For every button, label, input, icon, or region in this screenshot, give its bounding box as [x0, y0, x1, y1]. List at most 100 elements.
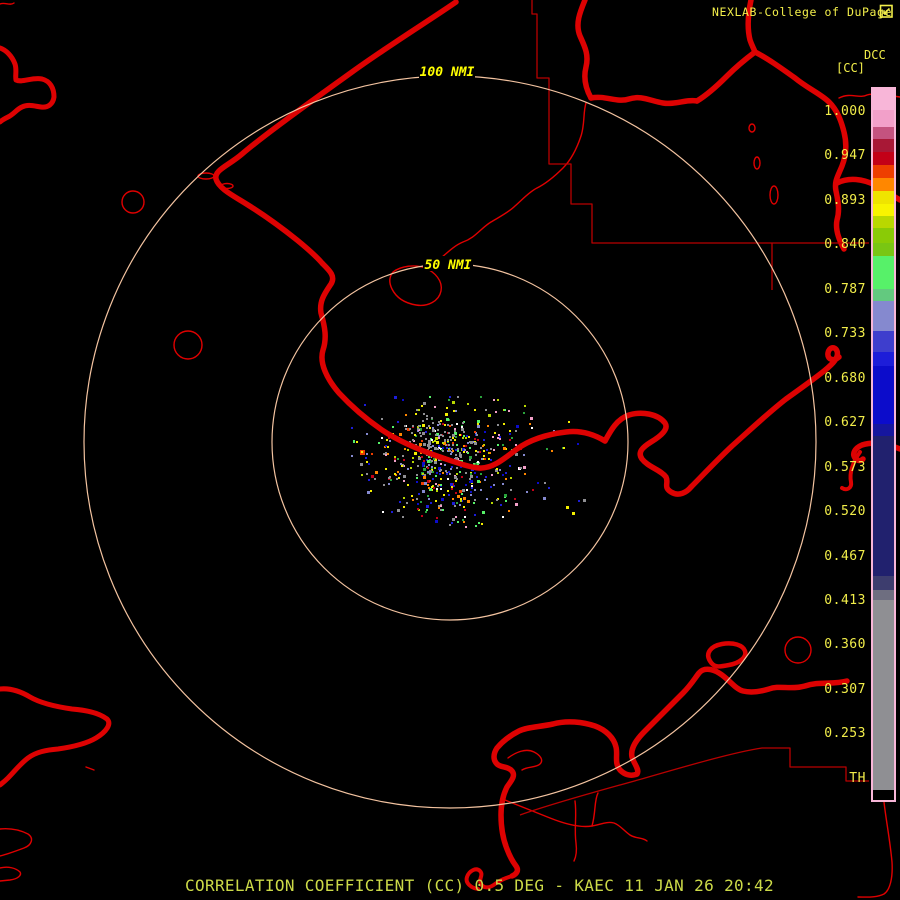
radar-echo-pixel: [431, 466, 433, 468]
radar-echo-pixel: [405, 428, 407, 430]
coastline-path-lake: [491, 719, 640, 879]
radar-echo-pixel: [462, 519, 464, 521]
radar-echo-pixel: [442, 509, 444, 511]
radar-echo-pixel: [450, 453, 452, 455]
radar-echo-pixel: [444, 439, 446, 441]
radar-echo-pixel: [477, 451, 479, 453]
radar-echo-pixel: [361, 451, 363, 453]
coastline-path-topright-e: [752, 49, 849, 252]
colorbar-segment: [873, 352, 894, 366]
radar-echo-pixel: [481, 523, 483, 525]
radar-echo-pixel: [515, 503, 518, 506]
radar-echo-pixel: [387, 453, 389, 455]
radar-echo-pixel: [466, 489, 468, 491]
radar-echo-pixel: [488, 414, 491, 417]
radar-echo-pixel: [463, 521, 465, 523]
radar-echo-pixel: [432, 429, 435, 432]
radar-echo-pixel: [493, 399, 495, 401]
coastline-path-topright-b: [588, 94, 700, 107]
radar-echo-pixel: [399, 473, 401, 475]
range-ring-layer: 100 NMI 50 NMI: [83, 63, 817, 809]
radar-echo-pixel: [516, 425, 519, 428]
radar-echo-pixel: [572, 512, 575, 515]
radar-echo-pixel: [435, 520, 438, 523]
radar-echo-pixel: [486, 449, 488, 451]
radar-echo-pixel: [450, 439, 452, 441]
radar-echo-pixel: [387, 446, 389, 448]
radar-echo-pixel: [459, 504, 461, 506]
radar-echo-pixel: [520, 467, 522, 469]
radar-echo-pixel: [420, 435, 422, 437]
radar-echo-pixel: [446, 407, 448, 409]
radar-echo-pixel: [416, 481, 418, 483]
radar-echo-pixel: [463, 497, 466, 500]
radar-echo-pixel: [470, 475, 473, 478]
radar-viewer: 100 NMI 50 NMI NEXLAB-College of DuPage …: [0, 0, 900, 900]
radar-echo-pixel: [437, 429, 439, 431]
colorbar-segment: [873, 127, 894, 139]
colorbar-segment: [873, 301, 894, 331]
radar-echo-pixel: [429, 470, 432, 473]
radar-echo-pixel: [451, 488, 453, 490]
radar-echo-pixel: [421, 515, 423, 517]
coastline-stub-right-b: [840, 450, 862, 492]
coastline-path-ne: [688, 345, 842, 490]
radar-echo-pixel: [470, 494, 472, 496]
radar-echo-pixel: [484, 479, 486, 481]
radar-echo-pixel: [485, 476, 487, 478]
radar-echo-pixel: [462, 437, 464, 439]
radar-echo-pixel: [402, 399, 404, 401]
colorbar: [871, 87, 896, 802]
colorbar-segment: [873, 191, 894, 204]
radar-echo-pixel: [366, 473, 368, 475]
radar-echo-pixel: [459, 434, 461, 436]
radar-echo-pixel: [434, 461, 437, 464]
radar-echo-pixel: [353, 441, 355, 443]
radar-echo-pixel: [474, 438, 476, 440]
radar-echo-pixel: [497, 399, 499, 401]
radar-echo-pixel: [468, 436, 470, 438]
radar-echo-pixel: [463, 435, 465, 437]
radar-echo-pixel: [397, 471, 399, 473]
colorbar-segment: [873, 366, 894, 424]
radar-echo-pixel: [478, 522, 480, 524]
radar-echo-pixel: [523, 454, 525, 456]
radar-echo-pixel: [509, 430, 511, 432]
radar-echo-pixel: [449, 436, 451, 438]
radar-echo-pixel: [503, 423, 505, 425]
radar-echo-pixel: [428, 443, 430, 445]
radar-echo-pixel: [476, 434, 478, 436]
radar-echo-pixel: [497, 444, 499, 446]
radar-echo-pixel: [429, 427, 431, 429]
radar-echo-pixel: [452, 518, 455, 521]
radar-echo-pixel: [438, 437, 440, 439]
radar-echo-pixel: [461, 426, 463, 428]
island-outline: [769, 185, 779, 205]
radar-echo-pixel: [383, 484, 385, 486]
radar-echo-pixel: [461, 476, 463, 478]
radar-echo-pixel: [494, 432, 496, 434]
radar-echo-pixel: [383, 453, 385, 455]
radar-echo-pixel: [504, 409, 506, 411]
coast-detail-dash: [85, 766, 95, 771]
radar-echo-pixel: [371, 475, 374, 478]
radar-echo-pixel: [422, 462, 425, 465]
radar-echo-pixel: [464, 516, 466, 518]
radar-echo-pixel: [454, 505, 456, 507]
radar-echo-pixel: [563, 447, 565, 449]
radar-echo-pixel: [429, 396, 431, 398]
radar-echo-pixel: [442, 435, 444, 437]
radar-echo-pixel: [447, 478, 449, 480]
radar-echo-pixel: [386, 439, 388, 441]
radar-echo-pixel: [406, 502, 408, 504]
radar-echo-pixel: [484, 458, 486, 460]
coast-detail-swcorner-b: [0, 866, 22, 882]
bayou-path-b: [573, 800, 578, 862]
radar-echo-pixel: [474, 472, 476, 474]
radar-echo-pixel: [443, 494, 445, 496]
radar-echo-pixel: [440, 484, 442, 486]
radar-echo-pixel: [411, 432, 413, 434]
colorbar-segment: [873, 204, 894, 216]
radar-echo-pixel: [391, 511, 393, 513]
radar-echo-pixel: [493, 484, 495, 486]
